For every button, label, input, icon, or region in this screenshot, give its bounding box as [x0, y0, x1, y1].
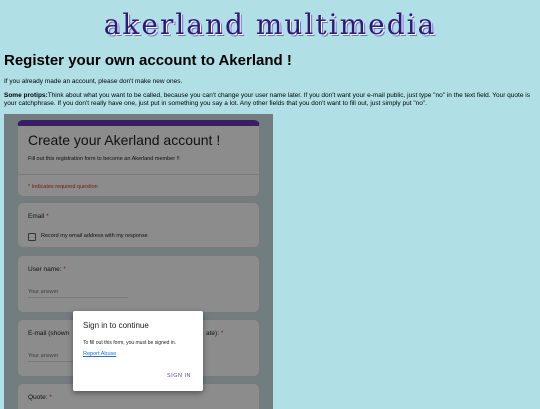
dialog-title: Sign in to continue — [83, 321, 149, 330]
protips-paragraph: Some protips:Think about what you want t… — [4, 92, 532, 108]
report-abuse-link[interactable]: Report Abuse — [83, 351, 116, 357]
protips-label: Some protips: — [4, 92, 48, 99]
dialog-text: To fill out this form, you must be signe… — [83, 340, 177, 346]
sign-in-dialog: Sign in to continue To fill out this for… — [73, 311, 203, 391]
account-notice: If you already made an account, please d… — [4, 78, 183, 85]
sign-in-button[interactable]: SIGN IN — [167, 373, 191, 379]
page-title: Register your own account to Akerland ! — [4, 52, 292, 69]
site-logo: akerland multimedia — [103, 8, 437, 41]
protips-text: Think about what you want to be called, … — [4, 92, 530, 107]
